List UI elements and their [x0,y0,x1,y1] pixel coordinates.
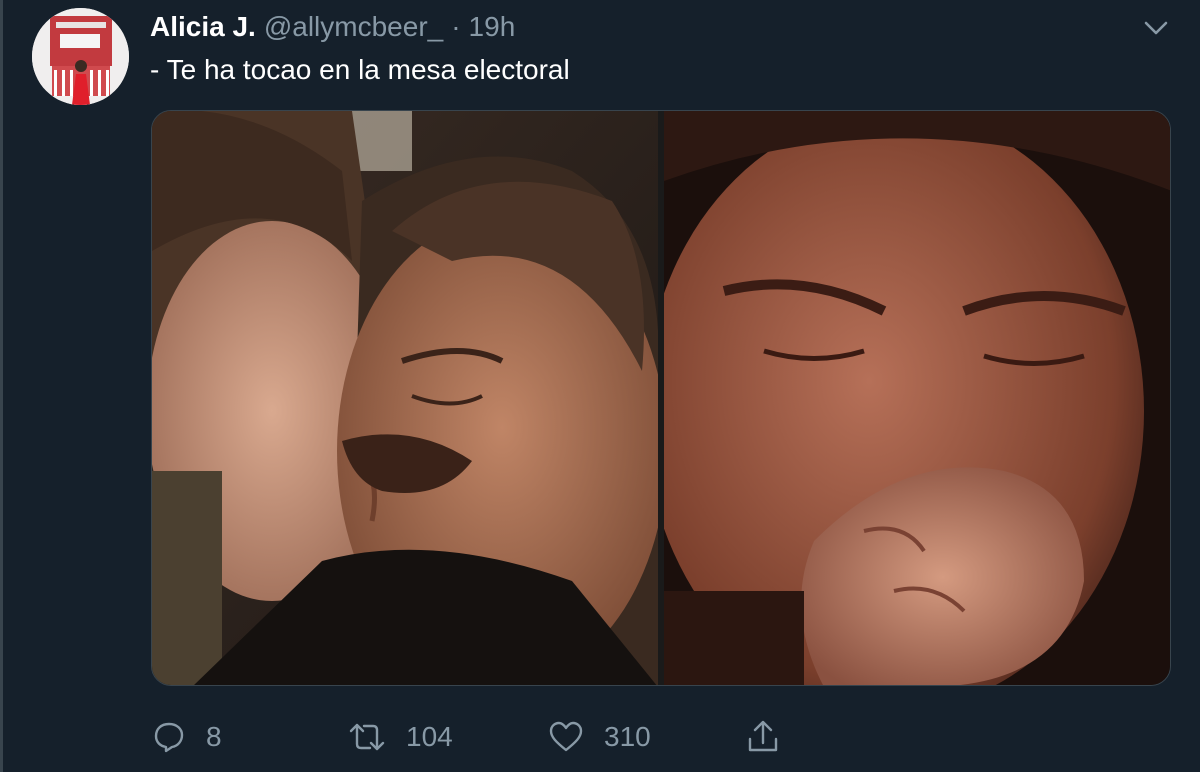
reply-button[interactable]: 8 [152,716,222,758]
retweet-icon [348,720,386,754]
user-handle[interactable]: @allymcbeer_ [264,11,443,43]
retweet-count: 104 [406,721,453,752]
tweet-text: - Te ha tocao en la mesa electoral [150,54,570,85]
share-button[interactable] [746,716,780,758]
chevron-down-icon[interactable] [1141,16,1171,40]
timestamp[interactable]: 19h [469,11,516,43]
media-image-left[interactable] [152,111,658,685]
tweet-media[interactable] [151,110,1171,686]
reply-icon [152,720,186,754]
tweet-header: Alicia J. @allymcbeer_ · 19h [150,10,515,44]
heart-icon [548,720,584,754]
reply-count: 8 [206,721,222,752]
media-image-right[interactable] [664,111,1170,685]
share-icon [746,719,780,755]
like-button[interactable]: 310 [548,716,651,758]
tweet: Alicia J. @allymcbeer_ · 19h - Te ha toc… [0,0,1200,772]
display-name[interactable]: Alicia J. [150,11,256,43]
tweet-actions: 8 104 310 [150,716,810,758]
separator-dot: · [451,11,461,42]
like-count: 310 [604,721,651,752]
retweet-button[interactable]: 104 [348,716,453,758]
avatar-image [32,8,129,105]
avatar[interactable] [32,8,129,105]
